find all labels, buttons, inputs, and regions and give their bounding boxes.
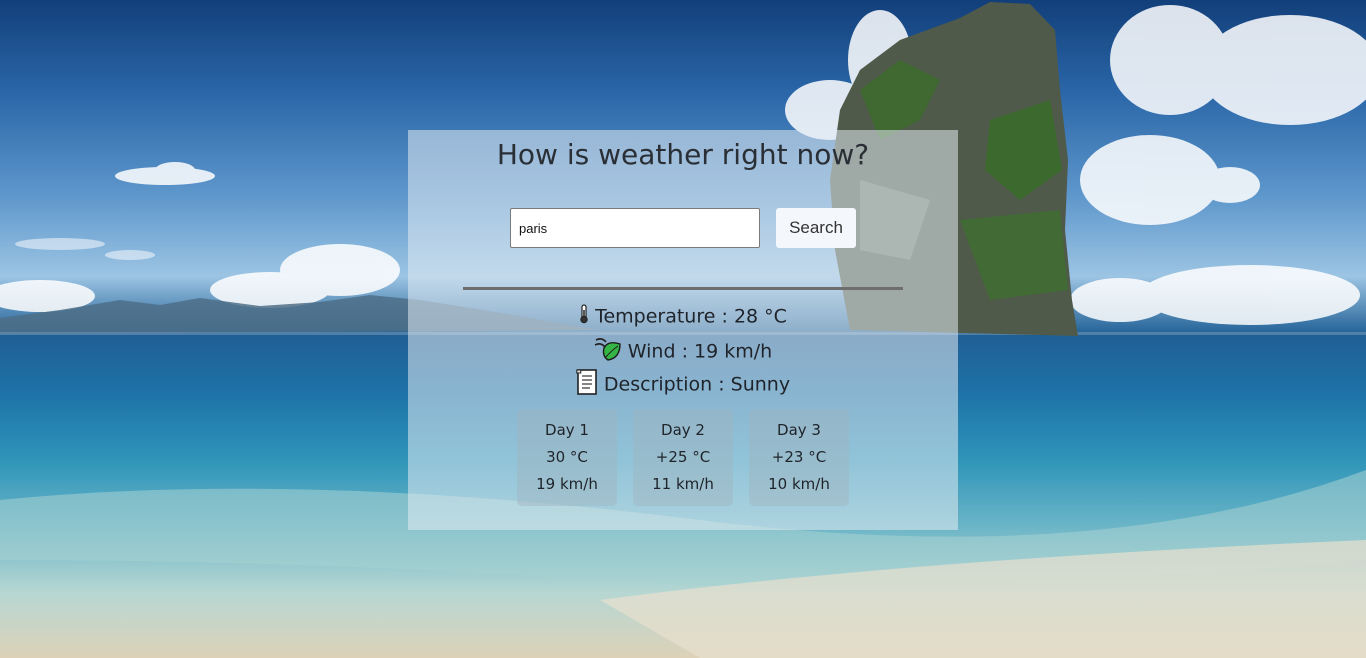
description-separator: : xyxy=(718,373,725,396)
wind-leaf-icon xyxy=(594,336,622,367)
forecast-day-card: Day 1 30 °C 19 km/h xyxy=(517,409,617,506)
description-label: Description xyxy=(603,373,713,396)
forecast-day-label: Day 3 xyxy=(777,421,821,439)
thermometer-icon xyxy=(579,304,589,329)
forecast-day-label: Day 1 xyxy=(545,421,589,439)
forecast-day-temp: +25 °C xyxy=(655,448,711,466)
wind-row: Wind : 19 km/h xyxy=(408,336,958,367)
forecast-day-wind: 10 km/h xyxy=(768,475,830,493)
temperature-row: Temperature : 28 °C xyxy=(408,304,958,329)
temperature-label: Temperature xyxy=(595,305,716,328)
temperature-value: 28 °C xyxy=(733,305,787,328)
temperature-separator: : xyxy=(721,305,728,328)
wind-label: Wind xyxy=(627,340,676,363)
forecast-day-card: Day 2 +25 °C 11 km/h xyxy=(633,409,733,506)
forecast-day-label: Day 2 xyxy=(661,421,705,439)
description-value: Sunny xyxy=(730,373,791,396)
forecast-day-wind: 19 km/h xyxy=(536,475,598,493)
forecast-day-temp: +23 °C xyxy=(771,448,827,466)
forecast-list: Day 1 30 °C 19 km/h Day 2 +25 °C 11 km/h… xyxy=(517,409,849,506)
document-icon xyxy=(576,369,598,400)
page-title: How is weather right now? xyxy=(496,138,870,171)
weather-card: How is weather right now? Search Tempera… xyxy=(408,130,958,530)
divider xyxy=(463,287,903,290)
search-input[interactable] xyxy=(510,208,760,248)
description-row: Description : Sunny xyxy=(408,369,958,400)
forecast-day-temp: 30 °C xyxy=(546,448,588,466)
forecast-day-card: Day 3 +23 °C 10 km/h xyxy=(749,409,849,506)
forecast-day-wind: 11 km/h xyxy=(652,475,714,493)
wind-separator: : xyxy=(681,340,688,363)
wind-value: 19 km/h xyxy=(694,340,773,363)
search-button[interactable]: Search xyxy=(776,208,856,248)
